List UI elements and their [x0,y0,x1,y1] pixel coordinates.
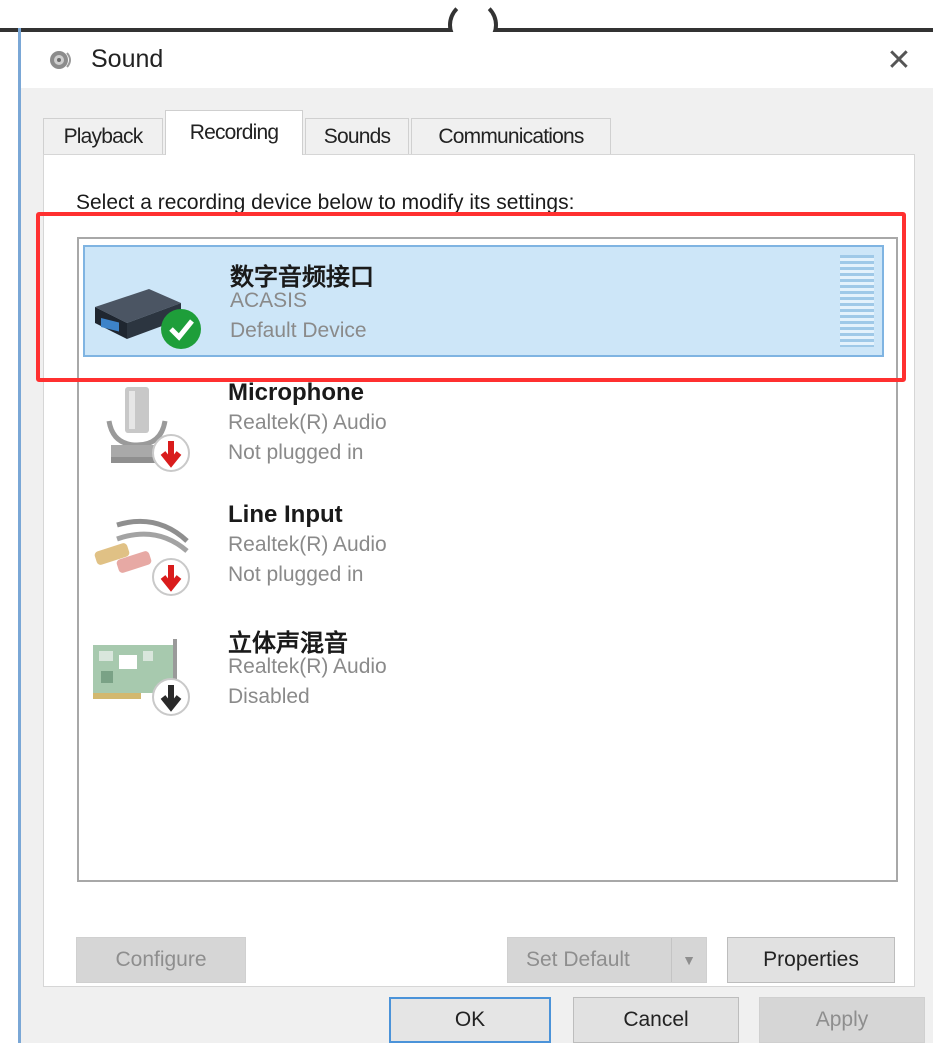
window-title: Sound [91,45,164,73]
speaker-icon [47,46,75,74]
recording-panel: Select a recording device below to modif… [43,154,915,987]
sound-dialog: Sound ✕ Playback Recording Sounds Commun… [21,32,933,1043]
device-manufacturer: Realtek(R) Audio [228,655,387,678]
device-name: 立体声混音 [228,630,348,657]
title-bar[interactable]: Sound ✕ [21,32,933,88]
list-item-microphone[interactable]: Microphone Realtek(R) Audio Not plugged … [83,369,884,481]
tab-communications[interactable]: Communications [411,118,611,154]
device-name: 数字音频接口 [230,264,374,291]
set-default-button[interactable]: Set Default ▼ [507,937,707,983]
device-manufacturer: ACASIS [230,289,308,312]
device-status: Default Device [230,319,367,342]
device-list[interactable]: 数字音频接口 ACASIS Default Device Microphone … [77,237,898,882]
cancel-button[interactable]: Cancel [573,997,739,1043]
device-manufacturer: Realtek(R) Audio [228,533,387,556]
tab-playback[interactable]: Playback [43,118,163,154]
tab-sounds[interactable]: Sounds [305,118,409,154]
instruction-text: Select a recording device below to modif… [76,191,575,214]
microphone-icon [87,381,205,477]
configure-button[interactable]: Configure [76,937,246,983]
close-button[interactable]: ✕ [875,38,923,82]
sound-card-icon [87,625,205,721]
level-meter [840,255,874,347]
list-item-digital-audio-interface[interactable]: 数字音频接口 ACASIS Default Device [83,245,884,357]
apply-button[interactable]: Apply [759,997,925,1043]
device-status: Not plugged in [228,563,364,586]
chevron-down-icon[interactable]: ▼ [671,938,706,982]
device-status: Not plugged in [228,441,364,464]
rca-cable-icon [87,503,205,599]
device-status: Disabled [228,685,310,708]
list-item-stereo-mix[interactable]: 立体声混音 Realtek(R) Audio Disabled [83,613,884,725]
set-default-label: Set Default [526,948,630,971]
device-name: Microphone [228,379,364,406]
usb-audio-interface-icon [89,259,207,355]
properties-button[interactable]: Properties [727,937,895,983]
device-name: Line Input [228,501,343,528]
list-item-line-input[interactable]: Line Input Realtek(R) Audio Not plugged … [83,491,884,603]
ok-button[interactable]: OK [389,997,551,1043]
device-manufacturer: Realtek(R) Audio [228,411,387,434]
tab-recording[interactable]: Recording [165,110,303,155]
